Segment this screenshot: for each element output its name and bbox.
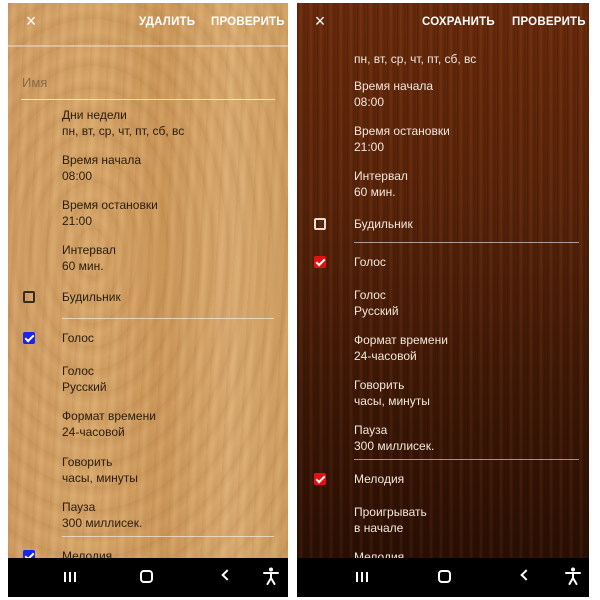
section-divider (354, 242, 579, 243)
speak-title: Говорить (62, 455, 113, 469)
voice-value: Русский (62, 380, 107, 394)
time-format-title: Формат времени (62, 409, 156, 423)
interval-value: 60 мин. (62, 259, 104, 273)
stop-time-value: 21:00 (62, 214, 93, 228)
melody-title: Мелодия (354, 550, 405, 558)
pause-value: 300 миллисек. (354, 439, 435, 453)
melody-checkbox[interactable] (23, 550, 35, 558)
time-format-setting[interactable]: Формат времени 24-часовой (354, 332, 448, 364)
voice-setting[interactable]: Голос Русский (62, 363, 107, 395)
voice-toggle-label: Голос (62, 331, 94, 345)
section-divider (354, 459, 579, 460)
melody-setting[interactable]: Мелодия (354, 549, 404, 558)
melody-toggle-label: Мелодия (354, 472, 405, 486)
melody-toggle-label: Мелодия (62, 549, 113, 558)
accessibility-icon[interactable] (263, 567, 279, 585)
app-bar-divider (8, 45, 288, 47)
speak-value: часы, минуты (62, 471, 138, 485)
stop-time-setting[interactable]: Время остановки 21:00 (62, 197, 158, 229)
recents-icon[interactable] (356, 572, 368, 582)
time-format-value: 24-часовой (354, 349, 417, 363)
back-icon[interactable] (520, 569, 532, 581)
check-button[interactable]: ПРОВЕРИТЬ (211, 16, 285, 28)
voice-title: Голос (62, 364, 94, 378)
play-value: в начале (354, 521, 404, 535)
top-app-bar: × СОХРАНИТЬ ПРОВЕРИТЬ (297, 3, 589, 43)
right-screen: × СОХРАНИТЬ ПРОВЕРИТЬ пн, вт, ср, чт, пт… (297, 3, 589, 597)
alarm-label: Будильник (354, 217, 413, 231)
top-app-bar: × УДАЛИТЬ ПРОВЕРИТЬ (8, 3, 288, 43)
start-time-value: 08:00 (62, 169, 93, 183)
close-icon[interactable]: × (22, 10, 40, 32)
stop-time-value: 21:00 (354, 140, 385, 154)
days-value: пн, вт, ср, чт, пт, сб, вс (62, 124, 185, 138)
time-format-title: Формат времени (354, 333, 448, 347)
days-title: Дни недели (62, 108, 127, 122)
home-icon[interactable] (140, 570, 153, 583)
stop-time-setting[interactable]: Время остановки 21:00 (354, 123, 450, 155)
speak-setting[interactable]: Говорить часы, минуты (354, 377, 430, 409)
voice-title: Голос (354, 288, 386, 302)
speak-value: часы, минуты (354, 394, 430, 408)
time-format-value: 24-часовой (62, 425, 125, 439)
speak-setting[interactable]: Говорить часы, минуты (62, 454, 138, 486)
settings-panel-light: × УДАЛИТЬ ПРОВЕРИТЬ Дни недели пн, вт, с… (8, 3, 288, 558)
alarm-checkbox[interactable] (314, 218, 326, 230)
melody-checkbox[interactable] (314, 473, 326, 485)
section-divider (62, 536, 274, 537)
settings-panel-dark: × СОХРАНИТЬ ПРОВЕРИТЬ пн, вт, ср, чт, пт… (297, 3, 589, 558)
close-icon[interactable]: × (311, 10, 329, 32)
system-nav-bar (297, 558, 589, 597)
days-setting[interactable]: пн, вт, ср, чт, пт, сб, вс (354, 51, 476, 67)
section-divider (62, 318, 274, 319)
pause-setting[interactable]: Пауза 300 миллисек. (354, 422, 434, 454)
voice-value: Русский (354, 304, 399, 318)
save-button[interactable]: СОХРАНИТЬ (422, 16, 495, 28)
days-value: пн, вт, ср, чт, пт, сб, вс (354, 52, 477, 66)
play-title: Проигрывать (354, 505, 427, 519)
delete-button[interactable]: УДАЛИТЬ (139, 16, 195, 28)
stop-time-title: Время остановки (62, 198, 158, 212)
interval-value: 60 мин. (354, 185, 396, 199)
voice-setting[interactable]: Голос Русский (354, 287, 399, 319)
pause-value: 300 миллисек. (62, 516, 143, 530)
stop-time-title: Время остановки (354, 124, 450, 138)
name-input[interactable] (21, 65, 275, 100)
interval-setting[interactable]: Интервал 60 мин. (354, 168, 408, 200)
interval-title: Интервал (62, 243, 116, 257)
alarm-checkbox[interactable] (23, 291, 35, 303)
start-time-setting[interactable]: Время начала 08:00 (354, 78, 433, 110)
system-nav-bar (8, 558, 288, 597)
pause-title: Пауза (354, 423, 388, 437)
days-setting[interactable]: Дни недели пн, вт, ср, чт, пт, сб, вс (62, 107, 184, 139)
alarm-label: Будильник (62, 290, 121, 304)
play-setting[interactable]: Проигрывать в начале (354, 504, 427, 536)
accessibility-icon[interactable] (565, 567, 581, 585)
voice-checkbox[interactable] (314, 256, 326, 268)
home-icon[interactable] (438, 570, 451, 583)
recents-icon[interactable] (64, 572, 76, 582)
time-format-setting[interactable]: Формат времени 24-часовой (62, 408, 156, 440)
pause-setting[interactable]: Пауза 300 миллисек. (62, 499, 142, 531)
check-button[interactable]: ПРОВЕРИТЬ (512, 16, 586, 28)
start-time-title: Время начала (354, 79, 434, 93)
back-icon[interactable] (221, 569, 233, 581)
start-time-setting[interactable]: Время начала 08:00 (62, 152, 141, 184)
speak-title: Говорить (354, 378, 405, 392)
voice-toggle-label: Голос (354, 255, 386, 269)
interval-setting[interactable]: Интервал 60 мин. (62, 242, 116, 274)
interval-title: Интервал (354, 169, 408, 183)
pause-title: Пауза (62, 500, 96, 514)
start-time-title: Время начала (62, 153, 142, 167)
left-screen: × УДАЛИТЬ ПРОВЕРИТЬ Дни недели пн, вт, с… (8, 3, 288, 597)
start-time-value: 08:00 (354, 95, 385, 109)
voice-checkbox[interactable] (23, 332, 35, 344)
